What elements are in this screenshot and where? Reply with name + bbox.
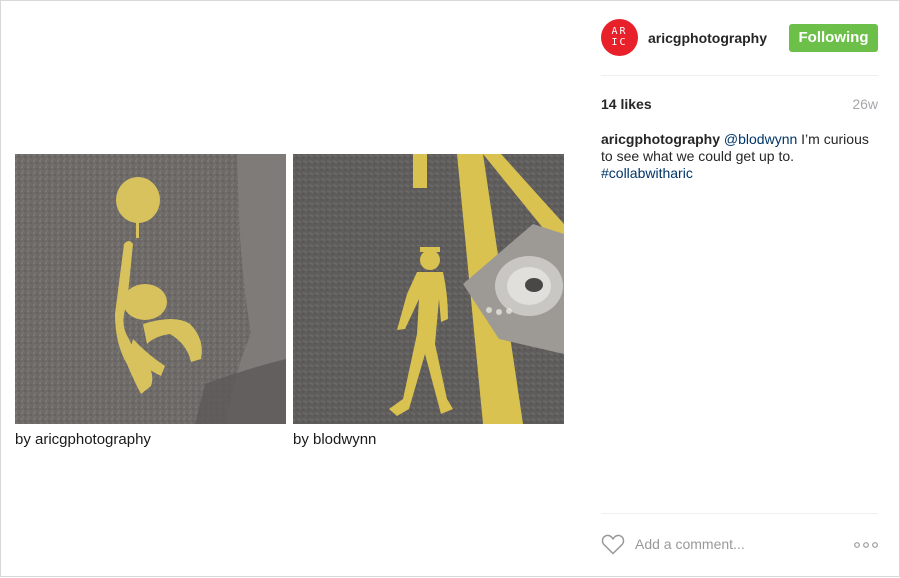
more-options-icon[interactable] (854, 542, 878, 548)
walking-figure-image (293, 154, 564, 424)
avatar-text-line: IC (611, 37, 628, 48)
likes-count[interactable]: 14 likes (601, 96, 652, 112)
comment-author-link[interactable]: aricgphotography (601, 131, 720, 147)
divider (601, 513, 878, 514)
hashtag-link[interactable]: #collabwitharic (601, 165, 693, 181)
photo-caption: by aricgphotography (15, 431, 151, 448)
add-comment-input[interactable] (635, 536, 835, 552)
mention-link[interactable]: @blodwynn (724, 131, 797, 147)
caption-comment: aricgphotography @blodwynn I’m curious t… (601, 131, 878, 182)
avatar[interactable]: AR IC (601, 19, 638, 56)
post-actions (601, 531, 878, 561)
following-button[interactable]: Following (789, 24, 878, 52)
photo-walking-figure[interactable] (293, 154, 564, 424)
username-link[interactable]: aricgphotography (648, 30, 767, 46)
post-dialog: by aricgphotography by blodwynn AR IC ar… (0, 0, 900, 577)
avatar-text-line: AR (611, 26, 628, 37)
photo-balloon-figure[interactable] (15, 154, 286, 424)
photo-caption: by blodwynn (293, 431, 377, 448)
post-details-panel: AR IC aricgphotography Following 14 like… (601, 1, 878, 578)
balloon-figure-image (15, 154, 286, 424)
divider (601, 75, 878, 76)
heart-icon[interactable] (601, 533, 625, 555)
post-header: AR IC aricgphotography Following (601, 19, 878, 57)
post-media: by aricgphotography by blodwynn (1, 1, 581, 578)
post-age[interactable]: 26w (852, 96, 878, 112)
